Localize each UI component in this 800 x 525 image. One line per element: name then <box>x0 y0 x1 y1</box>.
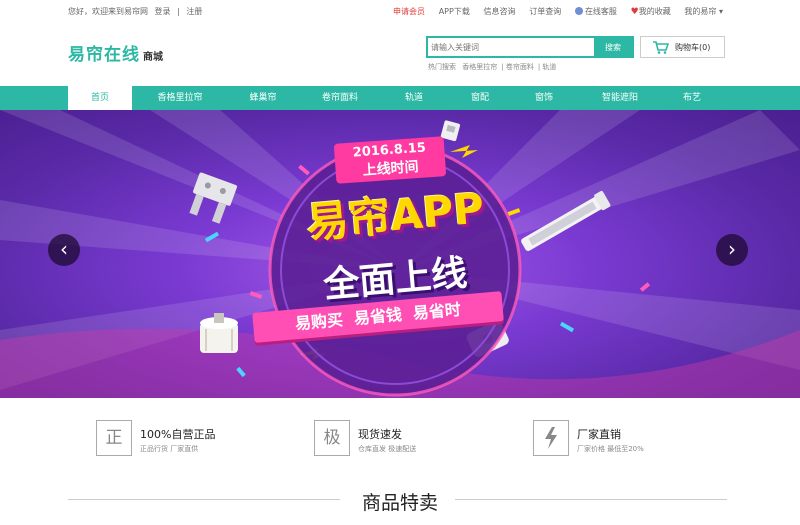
order-query-link[interactable]: 订单查询 <box>529 6 561 17</box>
cart-icon <box>653 40 669 54</box>
nav-roller-fabric[interactable]: 卷帘面料 <box>312 86 368 110</box>
lightning-icon <box>533 420 569 456</box>
hot-search-words: 热门搜索 香格里拉帘 | 卷帘面料 | 轨道 <box>428 63 557 71</box>
favorites-link[interactable]: ♥我的收藏 <box>631 6 671 17</box>
nav-track[interactable]: 轨道 <box>392 86 436 110</box>
register-link[interactable]: 注册 <box>186 7 202 16</box>
top-utility-bar: 您好，欢迎来到易帘网 登录 | 注册 申请会员 APP下载 信息咨询 订单查询 … <box>68 6 723 17</box>
cart-button[interactable]: 购物车(0) <box>640 36 725 58</box>
section-title: 商品特卖 <box>361 492 438 514</box>
nav-smart-shading[interactable]: 智能遮阳 <box>592 86 648 110</box>
hot-search-label: 热门搜索 <box>428 63 456 71</box>
feature-subtitle: 厂家价格 最低至20% <box>577 445 644 453</box>
feature-title: 现货速发 <box>358 428 402 441</box>
app-download-link[interactable]: APP下载 <box>439 6 470 17</box>
feature-fast-delivery: 极 现货速发 仓库直发 极速配送 <box>314 420 494 458</box>
feature-factory-direct: 厂家直销 厂家价格 最低至20% <box>533 420 713 458</box>
chat-icon <box>574 7 583 15</box>
search-button[interactable]: 搜索 <box>594 38 632 56</box>
feature-title: 100%自营正品 <box>140 428 216 441</box>
my-account-menu[interactable]: 我的易帘 ▾ <box>684 6 723 17</box>
fast-delivery-icon: 极 <box>314 420 350 456</box>
welcome-text: 您好，欢迎来到易帘网 <box>68 7 148 16</box>
heart-icon: ♥ <box>630 7 639 17</box>
feature-title: 厂家直销 <box>577 428 621 441</box>
hot-word-link[interactable]: 卷帘面料 <box>506 63 534 71</box>
main-nav: 首页 香格里拉帘 蜂巢帘 卷帘面料 轨道 窗配 窗饰 智能遮阳 布艺 <box>0 86 800 110</box>
feature-subtitle: 正品行货 厂家直供 <box>140 445 199 453</box>
divider-right <box>455 499 727 500</box>
search-box: 搜索 <box>426 36 634 58</box>
nav-home[interactable]: 首页 <box>68 86 132 110</box>
nav-honeycomb[interactable]: 蜂巢帘 <box>235 86 291 110</box>
banner-date-badge: 2016.8.15 上线时间 <box>333 136 447 184</box>
site-logo[interactable]: 易帘在线 商城 <box>68 40 163 65</box>
search-input[interactable] <box>428 38 594 56</box>
banner-prev-arrow[interactable]: ‹ <box>48 234 80 266</box>
apply-member-link[interactable]: 申请会员 <box>393 6 425 17</box>
info-consult-link[interactable]: 信息咨询 <box>484 6 516 17</box>
hot-word-link[interactable]: 香格里拉帘 <box>462 63 497 71</box>
promo-banner[interactable]: 2016.8.15 上线时间 易帘APP 全面上线 易购买 易省钱 易省时 ‹ … <box>0 110 800 398</box>
feature-genuine: 正 100%自营正品 正品行货 厂家直供 <box>96 420 276 458</box>
hot-word-link[interactable]: 轨道 <box>542 63 556 71</box>
nav-accessories[interactable]: 窗配 <box>458 86 502 110</box>
cart-label: 购物车(0) <box>675 42 711 52</box>
nav-fabric[interactable]: 布艺 <box>670 86 714 110</box>
nav-decor[interactable]: 窗饰 <box>522 86 566 110</box>
login-link[interactable]: 登录 <box>155 7 171 16</box>
online-service-link[interactable]: 在线客服 <box>574 6 617 17</box>
nav-shangri-la[interactable]: 香格里拉帘 <box>145 86 215 110</box>
genuine-icon: 正 <box>96 420 132 456</box>
banner-next-arrow[interactable]: › <box>716 234 748 266</box>
feature-subtitle: 仓库直发 极速配送 <box>358 445 417 453</box>
